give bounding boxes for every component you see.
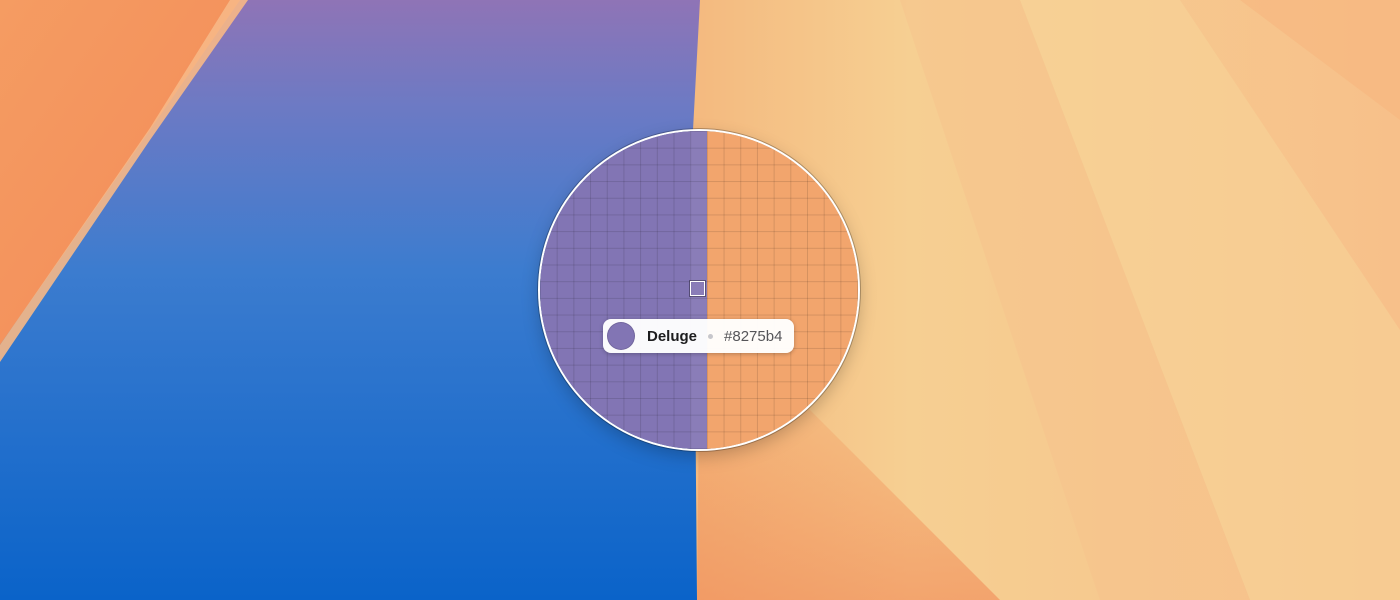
pixel-reticle-icon [690, 281, 705, 296]
dot-separator-icon [708, 333, 714, 339]
color-swatch-icon [607, 322, 635, 350]
color-hex-value: #8275b4 [724, 327, 783, 345]
desktop-wallpaper: Deluge #8275b4 [0, 0, 1400, 600]
color-info-pill: Deluge #8275b4 [603, 319, 795, 353]
color-name-label: Deluge [647, 327, 698, 345]
color-picker-magnifier[interactable]: Deluge #8275b4 [540, 131, 858, 449]
